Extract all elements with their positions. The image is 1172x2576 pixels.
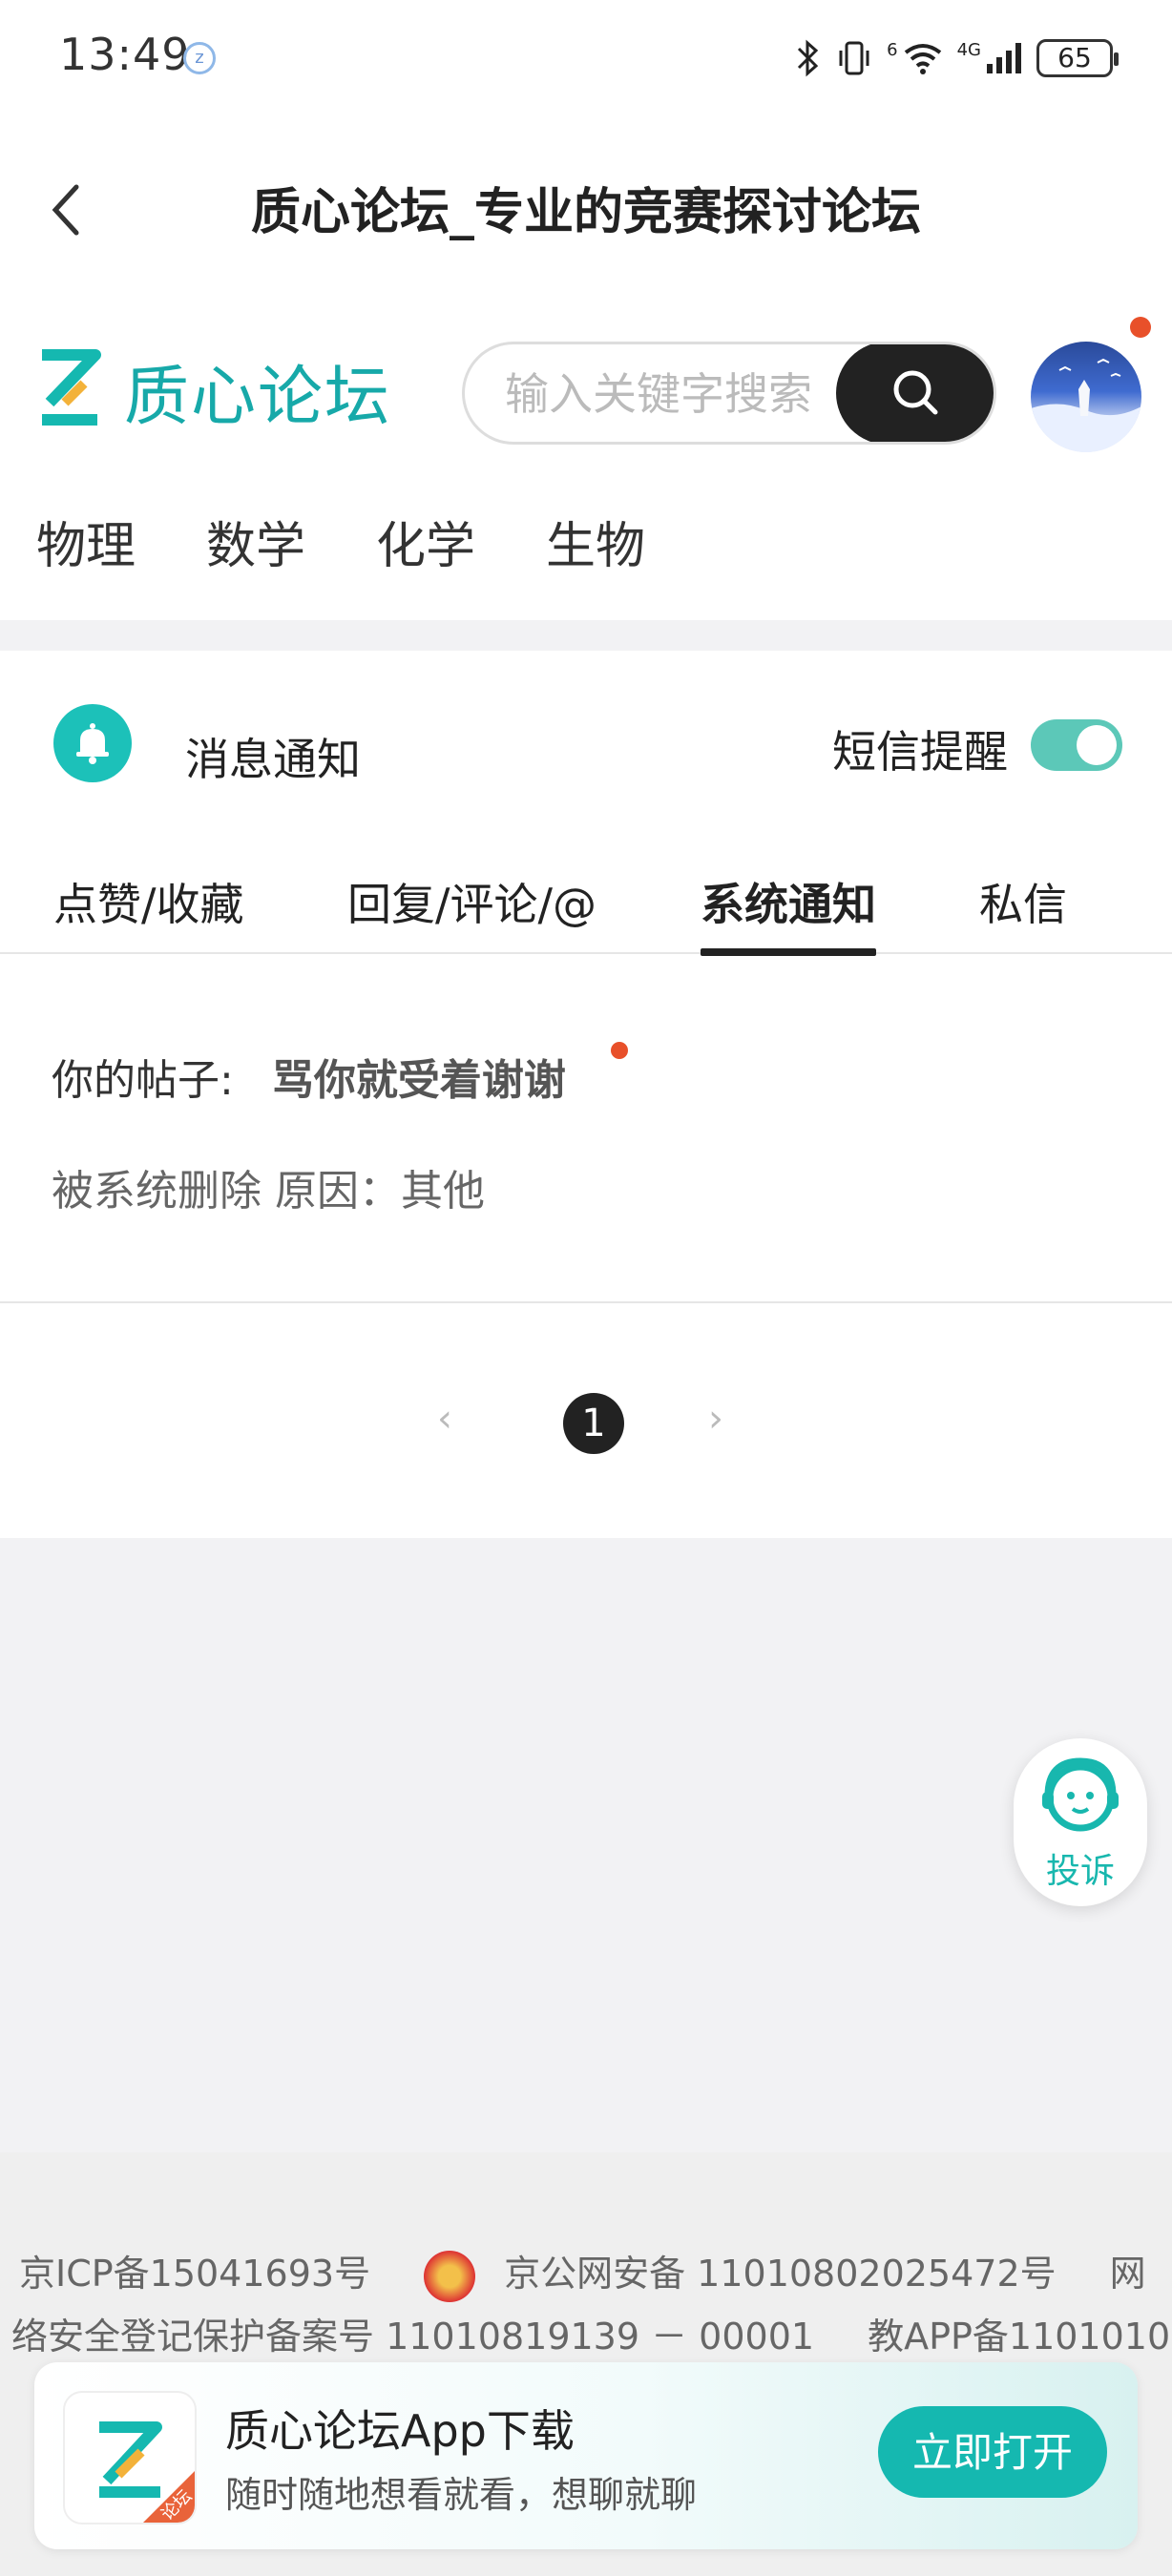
- network-security-record[interactable]: 络安全登记保护备案号 11010819139 － 00001: [11, 2316, 814, 2358]
- title-bar: 质心论坛_专业的竞赛探讨论坛: [0, 114, 1172, 296]
- search-input[interactable]: [503, 362, 831, 426]
- signal-icon: [987, 43, 1021, 73]
- sms-reminder-toggle[interactable]: [1031, 719, 1122, 771]
- notice-post-title[interactable]: 骂你就受着谢谢: [272, 1056, 566, 1105]
- app-icon: 论坛: [63, 2391, 197, 2524]
- unread-dot: [611, 1042, 628, 1059]
- bell-icon: [53, 704, 132, 782]
- notice-detail: 被系统删除 原因：其他: [52, 1167, 485, 1215]
- search-box: [462, 342, 996, 445]
- bell-glyph-icon: [76, 723, 109, 764]
- public-security-record[interactable]: 京公网安备 11010802025472号: [504, 2253, 1057, 2295]
- tab-likes-favorites[interactable]: 点赞/收藏: [53, 870, 244, 933]
- status-time: 13:49: [59, 29, 191, 80]
- footer-line1-tail: 网: [1109, 2253, 1146, 2295]
- logo-icon[interactable]: [36, 349, 103, 426]
- nav-item-math[interactable]: 数学: [206, 506, 305, 577]
- avatar-image-icon: [1031, 358, 1141, 452]
- active-tab-indicator: [701, 948, 876, 956]
- wifi-icon: [904, 44, 941, 74]
- icp-record[interactable]: 京ICP备15041693号: [19, 2253, 370, 2295]
- battery-icon: 65: [1036, 39, 1119, 77]
- status-bar: 13:49 z 6 4G 65: [0, 0, 1172, 114]
- back-arrow-icon[interactable]: [38, 172, 95, 248]
- message-title: 消息通知: [185, 734, 361, 785]
- page-number-current[interactable]: 1: [563, 1393, 624, 1454]
- tab-private-messages[interactable]: 私信: [979, 870, 1067, 933]
- app-notification-icon: z: [183, 42, 216, 74]
- footer-line-1: 京ICP备15041693号 京公网安备 11010802025472号 网: [19, 2244, 1146, 2302]
- app-record[interactable]: 教APP备1101010: [868, 2316, 1170, 2358]
- nav-item-chemistry[interactable]: 化学: [376, 506, 475, 577]
- notification-dot: [1130, 317, 1151, 338]
- app-download-banner[interactable]: 论坛 质心论坛App下载 随时随地想看就看，想聊就聊 立即打开: [34, 2362, 1138, 2549]
- complaint-button[interactable]: 投诉: [1014, 1738, 1147, 1906]
- footer-line-2: 络安全登记保护备案号 11010819139 － 00001 教APP备11010…: [11, 2307, 1170, 2359]
- page-title: 质心论坛_专业的竞赛探讨论坛: [250, 184, 921, 241]
- message-tabs: 点赞/收藏 回复/评论/@ 系统通知 私信: [0, 841, 1172, 1059]
- vibrate-icon: [839, 41, 869, 75]
- logo-text[interactable]: 质心论坛: [124, 343, 391, 438]
- notice-prefix: 你的帖子:: [52, 1056, 234, 1105]
- sms-reminder-label: 短信提醒: [832, 726, 1008, 778]
- message-panel: 消息通知 短信提醒 点赞/收藏 回复/评论/@ 系统通知 私信 你的帖子: 骂你就…: [0, 651, 1172, 1538]
- nav-item-biology[interactable]: 生物: [546, 506, 645, 577]
- banner-subtitle: 随时随地想看就看，想聊就聊: [225, 2474, 698, 2516]
- open-app-button[interactable]: 立即打开: [878, 2406, 1107, 2498]
- user-avatar[interactable]: [1031, 342, 1141, 452]
- toggle-knob: [1077, 725, 1117, 765]
- notice-post-line: 你的帖子: 骂你就受着谢谢: [52, 1046, 566, 1107]
- bluetooth-icon: [798, 39, 819, 77]
- tab-replies-comments[interactable]: 回复/评论/@: [347, 870, 596, 933]
- customer-service-icon: [1042, 1757, 1119, 1832]
- search-button[interactable]: [836, 344, 994, 442]
- complaint-label: 投诉: [1045, 1852, 1115, 1891]
- sim-indicator: 6: [887, 39, 898, 60]
- divider: [0, 1301, 1172, 1303]
- network-type: 4G: [956, 39, 981, 60]
- prev-page-icon[interactable]: ‹: [437, 1397, 452, 1441]
- site-header: 质心论坛 物理 数学 化学 生物: [0, 296, 1172, 620]
- police-badge-icon: [424, 2250, 476, 2302]
- nav-item-physics[interactable]: 物理: [36, 506, 136, 577]
- tab-system-notice[interactable]: 系统通知: [701, 870, 876, 933]
- status-icons: 6 4G 65: [795, 32, 1119, 84]
- next-page-icon[interactable]: ›: [708, 1397, 723, 1441]
- banner-title: 质心论坛App下载: [225, 2405, 575, 2457]
- search-icon: [893, 370, 938, 415]
- subject-nav: 物理 数学 化学 生物: [36, 506, 645, 577]
